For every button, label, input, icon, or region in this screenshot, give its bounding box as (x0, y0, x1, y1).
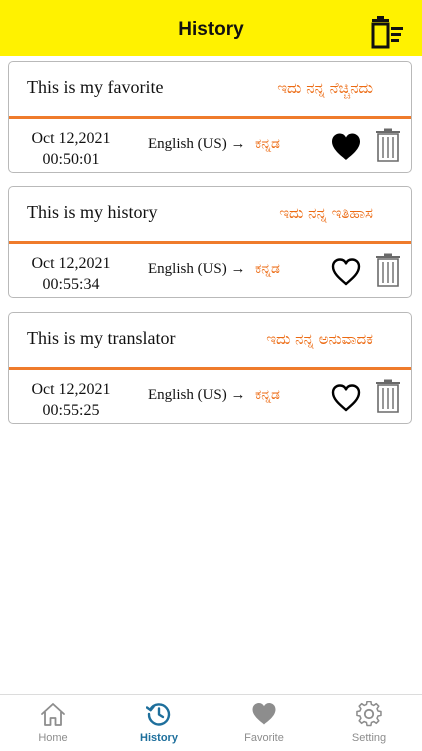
translated-text: ಇದು ನನ್ನ ಅನುವಾದಕ (266, 330, 373, 348)
source-text: This is my translator (27, 328, 176, 348)
delete-button[interactable] (375, 379, 401, 413)
target-language: ಕನ್ನಡ (255, 261, 280, 277)
timestamp: Oct 12,2021 00:50:01 (27, 128, 115, 170)
divider (9, 116, 411, 119)
history-card[interactable]: This is my history ಇದು ನನ್ನ ಇತಿಹಾಸ Oct 1… (8, 186, 412, 298)
divider (9, 367, 411, 370)
heart-outline-icon (331, 258, 361, 286)
source-text: This is my favorite (27, 77, 164, 97)
time-text: 00:50:01 (42, 151, 100, 168)
target-language: ಕನ್ನಡ (255, 387, 280, 403)
delete-button[interactable] (375, 253, 401, 287)
trash-icon (376, 379, 400, 413)
source-language: English (US) → (148, 136, 246, 152)
page-title: History (178, 19, 244, 40)
timestamp: Oct 12,2021 00:55:25 (27, 379, 115, 421)
tab-label: History (140, 732, 178, 744)
history-card[interactable]: This is my favorite ಇದು ನನ್ನ ನೆಚ್ಚಿನದು O… (8, 61, 412, 173)
source-text: This is my history (27, 202, 158, 222)
time-text: 00:55:34 (42, 276, 100, 293)
gear-icon (356, 701, 382, 727)
favorite-button[interactable] (330, 131, 362, 163)
tab-label: Favorite (244, 732, 284, 744)
home-icon (41, 703, 65, 726)
date-text: Oct 12,2021 (31, 381, 111, 398)
trash-icon (376, 253, 400, 287)
heart-filled-icon (332, 133, 360, 160)
clear-history-button[interactable] (369, 16, 409, 52)
timestamp: Oct 12,2021 00:55:34 (27, 253, 115, 295)
delete-button[interactable] (375, 128, 401, 162)
history-icon (146, 703, 171, 726)
clear-list-icon (371, 16, 403, 49)
favorite-button[interactable] (330, 382, 362, 414)
tab-label: Home (38, 732, 68, 744)
target-language: ಕನ್ನಡ (255, 136, 280, 152)
source-language: English (US) → (148, 387, 246, 403)
translated-text: ಇದು ನನ್ನ ನೆಚ್ಚಿನದು (277, 79, 373, 97)
tab-history[interactable]: History (106, 695, 212, 751)
bottom-tab-bar: Home History Favorite Setting (0, 694, 422, 751)
heart-icon (252, 703, 276, 725)
date-text: Oct 12,2021 (31, 130, 111, 147)
tab-setting[interactable]: Setting (316, 695, 422, 751)
history-card[interactable]: This is my translator ಇದು ನನ್ನ ಅನುವಾದಕ O… (8, 312, 412, 424)
app-header: History (0, 0, 422, 56)
trash-icon (376, 128, 400, 162)
translated-text: ಇದು ನನ್ನ ಇತಿಹಾಸ (279, 204, 373, 222)
time-text: 00:55:25 (42, 402, 100, 419)
source-language: English (US) → (148, 261, 246, 277)
tab-label: Setting (351, 732, 387, 744)
tab-home[interactable]: Home (0, 695, 106, 751)
date-text: Oct 12,2021 (31, 255, 111, 272)
tab-favorite[interactable]: Favorite (211, 695, 317, 751)
favorite-button[interactable] (330, 256, 362, 288)
divider (9, 241, 411, 244)
heart-outline-icon (331, 384, 361, 412)
